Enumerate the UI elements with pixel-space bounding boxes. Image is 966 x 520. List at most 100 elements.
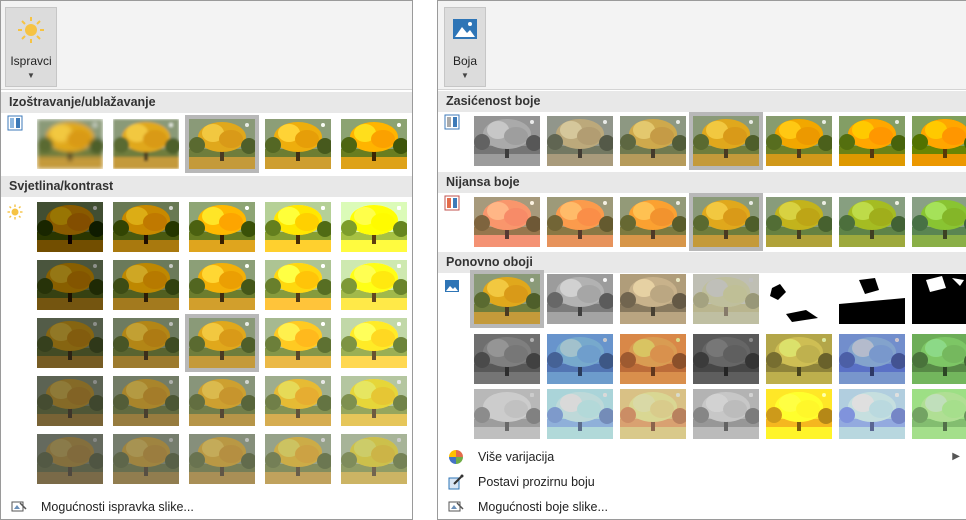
tone-icon — [444, 195, 460, 211]
sharpen-soften-preset[interactable] — [37, 119, 103, 169]
sharpen-soften-preset[interactable] — [185, 115, 259, 173]
sun-icon — [18, 17, 44, 43]
picture-color-options-label: Mogućnosti boje slike... — [478, 500, 608, 514]
brightness-contrast-preset[interactable] — [341, 434, 407, 484]
eyedropper-icon — [448, 474, 464, 490]
color-ribbon-label: Boja — [452, 54, 478, 68]
color-gallery-panel: Boja ▼ Zasićenost boje Nijansa boje Pono… — [437, 0, 966, 520]
ribbon-area: Boja ▼ — [438, 1, 966, 90]
brightness-contrast-preset[interactable] — [113, 260, 179, 310]
color-tone-preset[interactable] — [912, 197, 966, 247]
color-saturation-preset[interactable] — [839, 116, 905, 166]
recolor-preset[interactable] — [766, 334, 832, 384]
brightness-contrast-preset[interactable] — [37, 202, 103, 252]
brightness-contrast-preset[interactable] — [113, 376, 179, 426]
set-transparent-color-item[interactable]: Postavi prozirnu boju — [438, 470, 966, 494]
color-tone-preset[interactable] — [620, 197, 686, 247]
color-saturation-preset[interactable] — [620, 116, 686, 166]
recolor-icon — [445, 280, 459, 292]
color-saturation-preset[interactable] — [689, 112, 763, 170]
picture-color-options-item[interactable]: Mogućnosti boje slike... — [438, 495, 966, 519]
recolor-preset[interactable] — [766, 389, 832, 439]
chevron-down-icon: ▼ — [27, 71, 35, 80]
brightness-contrast-preset[interactable] — [265, 318, 331, 368]
brightness-contrast-preset[interactable] — [341, 318, 407, 368]
recolor-preset[interactable] — [474, 334, 540, 384]
brightness-contrast-preset[interactable] — [341, 376, 407, 426]
picture-corrections-options-label: Mogućnosti ispravka slike... — [41, 500, 194, 514]
recolor-preset[interactable] — [839, 334, 905, 384]
recolor-preset[interactable] — [470, 270, 544, 328]
recolor-preset[interactable] — [693, 334, 759, 384]
brightness-contrast-preset[interactable] — [37, 376, 103, 426]
sharpen-soften-preset[interactable] — [265, 119, 331, 169]
brightness-contrast-preset[interactable] — [189, 260, 255, 310]
recolor-preset[interactable] — [766, 274, 832, 324]
brightness-contrast-preset[interactable] — [265, 434, 331, 484]
recolor-preset[interactable] — [620, 389, 686, 439]
brightness-contrast-preset[interactable] — [265, 202, 331, 252]
recolor-preset[interactable] — [547, 389, 613, 439]
corrections-gallery-panel: Ispravci ▼ Izoštravanje/ublažavanje Svje… — [0, 0, 413, 520]
sharpen-icon — [7, 115, 23, 131]
recolor-preset[interactable] — [839, 389, 905, 439]
color-saturation-header: Zasićenost boje — [438, 91, 966, 112]
recolor-preset[interactable] — [547, 334, 613, 384]
brightness-contrast-preset[interactable] — [341, 260, 407, 310]
brightness-contrast-preset[interactable] — [185, 314, 259, 372]
color-saturation-row — [438, 112, 966, 172]
picture-options-icon — [448, 501, 464, 512]
recolor-preset[interactable] — [693, 274, 759, 324]
sharpen-soften-header: Izoštravanje/ublažavanje — [1, 92, 412, 113]
color-saturation-preset[interactable] — [474, 116, 540, 166]
brightness-contrast-header: Svjetlina/kontrast — [1, 176, 412, 197]
brightness-contrast-preset[interactable] — [37, 260, 103, 310]
brightness-contrast-preset[interactable] — [189, 202, 255, 252]
brightness-contrast-preset[interactable] — [113, 202, 179, 252]
saturation-icon — [444, 114, 460, 130]
submenu-arrow-icon: ▶ — [952, 451, 960, 462]
picture-options-icon — [11, 501, 27, 512]
color-tone-preset[interactable] — [839, 197, 905, 247]
recolor-preset[interactable] — [620, 274, 686, 324]
recolor-preset[interactable] — [912, 389, 966, 439]
brightness-contrast-preset[interactable] — [37, 434, 103, 484]
brightness-contrast-preset[interactable] — [37, 318, 103, 368]
color-ribbon-button[interactable]: Boja ▼ — [444, 7, 486, 87]
brightness-contrast-preset[interactable] — [113, 434, 179, 484]
sharpen-soften-preset[interactable] — [113, 119, 179, 169]
more-variations-item[interactable]: Više varijacija ▶ — [438, 445, 966, 469]
brightness-contrast-preset[interactable] — [189, 434, 255, 484]
recolor-preset[interactable] — [693, 389, 759, 439]
corrections-ribbon-label: Ispravci — [10, 54, 52, 68]
color-tone-preset[interactable] — [547, 197, 613, 247]
sharpen-soften-preset[interactable] — [341, 119, 407, 169]
recolor-preset[interactable] — [474, 389, 540, 439]
brightness-contrast-preset[interactable] — [341, 202, 407, 252]
set-transparent-color-label: Postavi prozirnu boju — [478, 475, 595, 489]
color-tone-preset[interactable] — [766, 197, 832, 247]
recolor-preset[interactable] — [547, 274, 613, 324]
chevron-down-icon: ▼ — [461, 71, 469, 80]
brightness-contrast-preset[interactable] — [189, 376, 255, 426]
color-tone-preset[interactable] — [689, 193, 763, 251]
more-variations-label: Više varijacija — [478, 450, 555, 464]
color-tone-preset[interactable] — [474, 197, 540, 247]
brightness-contrast-preset[interactable] — [113, 318, 179, 368]
color-saturation-preset[interactable] — [766, 116, 832, 166]
recolor-preset[interactable] — [912, 334, 966, 384]
color-saturation-preset[interactable] — [547, 116, 613, 166]
recolor-preset[interactable] — [839, 274, 905, 324]
ribbon-area: Ispravci ▼ — [1, 1, 412, 90]
corrections-ribbon-button[interactable]: Ispravci ▼ — [5, 7, 57, 87]
color-tone-row — [438, 193, 966, 253]
sharpen-soften-row — [1, 113, 412, 173]
recolor-preset[interactable] — [912, 274, 966, 324]
color-saturation-preset[interactable] — [912, 116, 966, 166]
picture-corrections-options[interactable]: Mogućnosti ispravka slike... — [1, 495, 412, 519]
recolor-header: Ponovno oboji — [438, 252, 966, 273]
recolor-preset[interactable] — [620, 334, 686, 384]
brightness-contrast-preset[interactable] — [265, 260, 331, 310]
picture-color-icon — [453, 19, 477, 39]
brightness-contrast-preset[interactable] — [265, 376, 331, 426]
